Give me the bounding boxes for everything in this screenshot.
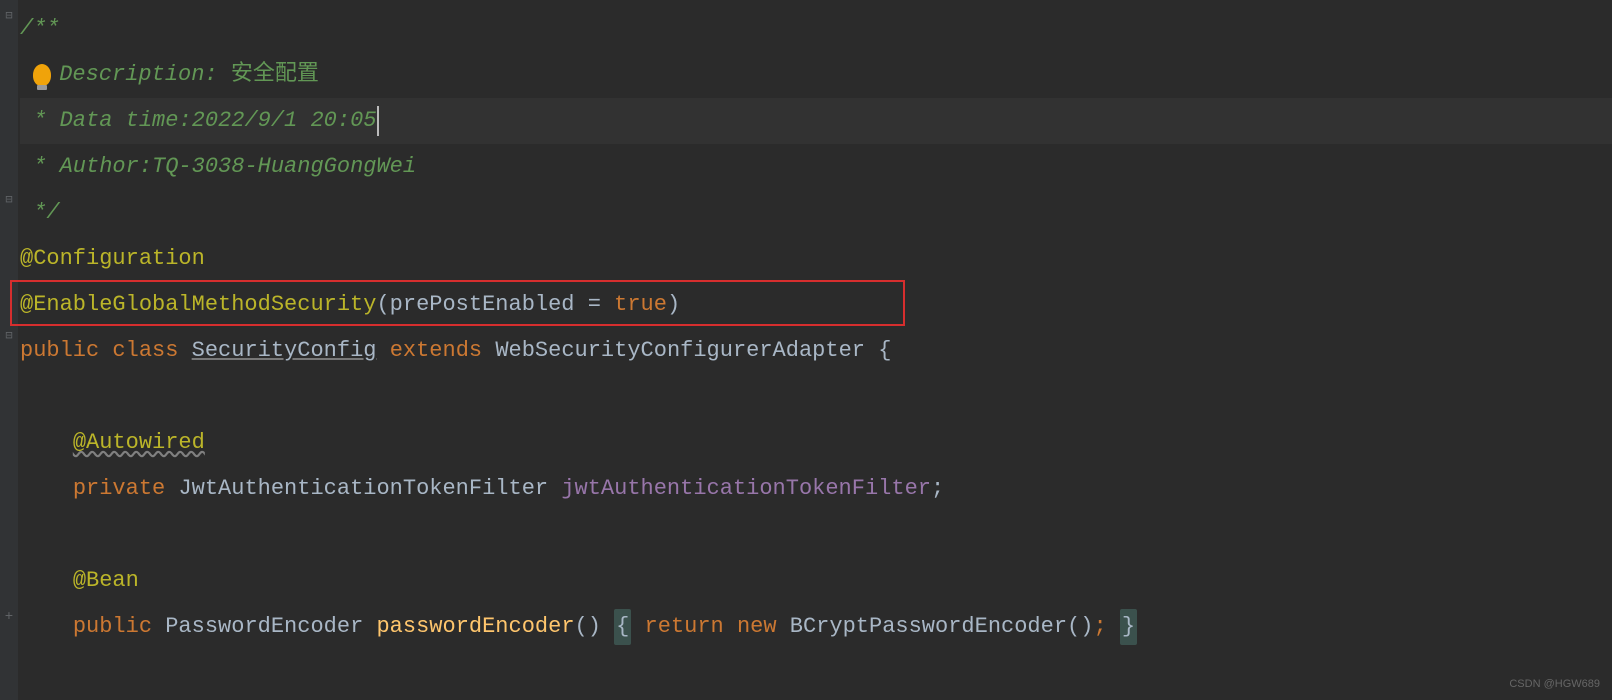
comment-line: * Author: TQ-3038-HuangGongWei	[20, 144, 1612, 190]
blank-line	[20, 374, 1612, 420]
annotation-line: @Configuration	[20, 236, 1612, 282]
brace-open-highlighted: {	[614, 609, 631, 644]
fold-marker-icon[interactable]: ⊟	[2, 10, 16, 24]
annotation-enable-global: @EnableGlobalMethodSecurity	[20, 287, 376, 322]
keyword-extends: extends	[390, 333, 482, 368]
comment-line: Description: 安全配置	[20, 52, 1612, 98]
method-parens: ()	[575, 609, 601, 644]
comment-description-label: Description:	[59, 57, 217, 92]
code-editor[interactable]: /** Description: 安全配置 * Data time: 2022/…	[0, 0, 1612, 650]
annotation-line-highlighted: @EnableGlobalMethodSecurity ( prePostEna…	[20, 282, 1612, 328]
text-cursor	[377, 106, 379, 136]
fold-marker-icon[interactable]: ⊟	[2, 194, 16, 208]
field-type: JwtAuthenticationTokenFilter	[178, 471, 548, 506]
paren-open: (	[376, 287, 389, 322]
comment-datetime-label: Data time:	[60, 103, 192, 138]
annotation-line: @Autowired	[20, 420, 1612, 466]
keyword-public: public	[20, 333, 99, 368]
method-name: passwordEncoder	[376, 609, 574, 644]
paren-close: )	[667, 287, 680, 322]
comment-open: /**	[20, 11, 60, 46]
comment-author-value: TQ-3038-HuangGongWei	[152, 149, 416, 184]
annotation-param-value: true	[614, 287, 667, 322]
annotation-configuration: @Configuration	[20, 241, 205, 276]
editor-gutter: ⊟ ⊟ ⊟ +	[0, 0, 18, 700]
lightbulb-icon[interactable]	[33, 64, 51, 86]
gutter-plus-icon[interactable]: +	[2, 606, 16, 628]
brace-open: {	[878, 333, 891, 368]
comment-datetime-value: 2022/9/1 20:05	[192, 103, 377, 138]
comment-line-current: * Data time: 2022/9/1 20:05	[20, 98, 1612, 144]
keyword-return: return	[645, 609, 724, 644]
field-name: jwtAuthenticationTokenFilter	[561, 471, 931, 506]
keyword-public: public	[73, 609, 152, 644]
comment-author-label: Author:	[60, 149, 152, 184]
fold-marker-icon[interactable]: ⊟	[2, 330, 16, 344]
class-name: SecurityConfig	[192, 333, 377, 368]
parent-class-name: WebSecurityConfigurerAdapter	[495, 333, 865, 368]
semicolon: ;	[1093, 609, 1106, 644]
annotation-autowired: @Autowired	[73, 425, 205, 460]
keyword-class: class	[112, 333, 178, 368]
constructor-parens: ()	[1067, 609, 1093, 644]
comment-line: */	[20, 190, 1612, 236]
annotation-bean: @Bean	[73, 563, 139, 598]
comment-description-value: 安全配置	[231, 57, 319, 92]
brace-close-highlighted: }	[1120, 609, 1137, 644]
annotation-param-name: prePostEnabled	[390, 287, 575, 322]
method-declaration-line: public PasswordEncoder passwordEncoder (…	[20, 604, 1612, 650]
comment-close: */	[33, 195, 59, 230]
semicolon: ;	[931, 471, 944, 506]
field-declaration-line: private JwtAuthenticationTokenFilter jwt…	[20, 466, 1612, 512]
annotation-line: @Bean	[20, 558, 1612, 604]
blank-line	[20, 512, 1612, 558]
constructor-name: BCryptPasswordEncoder	[790, 609, 1067, 644]
return-type: PasswordEncoder	[165, 609, 363, 644]
equals-sign: =	[575, 287, 615, 322]
class-declaration-line: public class SecurityConfig extends WebS…	[20, 328, 1612, 374]
keyword-new: new	[737, 609, 777, 644]
keyword-private: private	[73, 471, 165, 506]
comment-line: /**	[20, 6, 1612, 52]
watermark-text: CSDN @HGW689	[1509, 676, 1600, 694]
